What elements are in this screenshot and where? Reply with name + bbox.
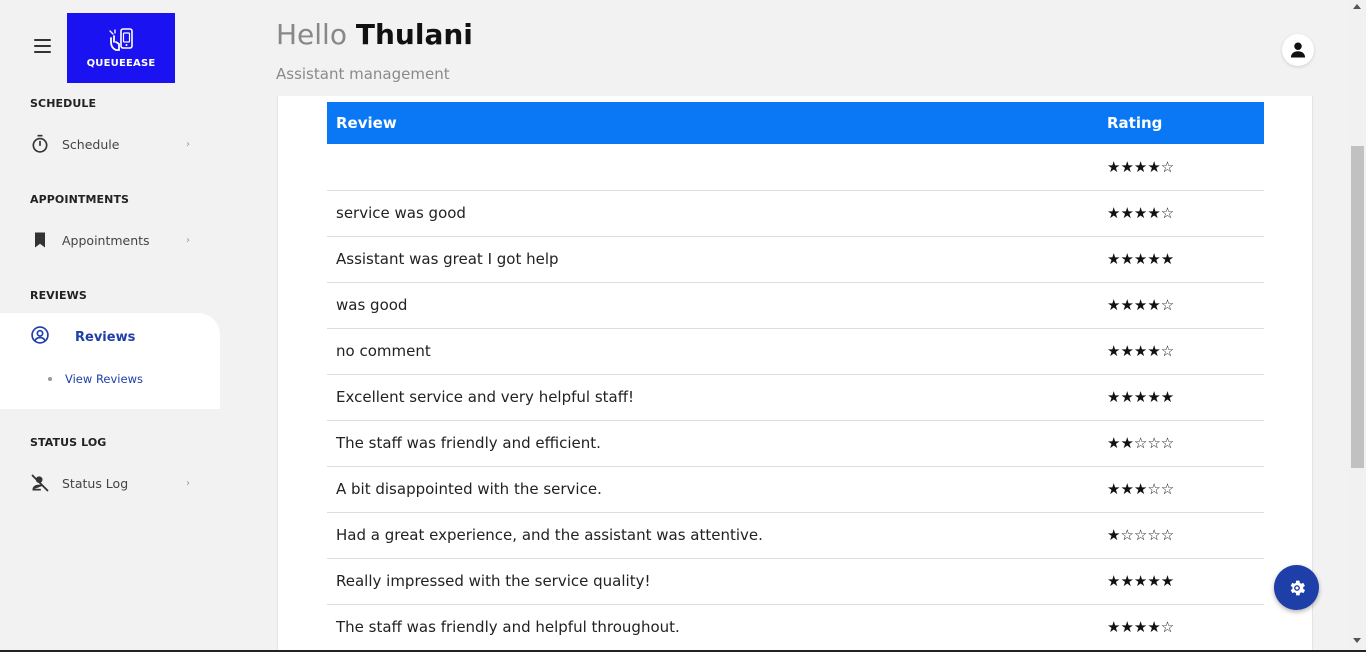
chevron-right-icon: › bbox=[186, 234, 190, 246]
user-off-icon bbox=[30, 473, 62, 493]
stopwatch-icon bbox=[30, 134, 62, 154]
bookmark-icon bbox=[30, 230, 62, 250]
rating-stars: ★★★★☆ bbox=[1098, 604, 1264, 651]
chevron-right-icon: › bbox=[186, 138, 190, 150]
sidebar-item-label: Status Log bbox=[62, 475, 129, 491]
column-header-review[interactable]: Review bbox=[327, 102, 1098, 144]
greeting-hello: Hello bbox=[276, 18, 347, 51]
sidebar-item-label: Schedule bbox=[62, 136, 120, 152]
rating-stars: ★★☆☆☆ bbox=[1098, 420, 1264, 467]
page-greeting: Hello Thulani bbox=[276, 18, 473, 51]
bullet-dot bbox=[48, 377, 52, 381]
logo-text: QUEUEEASE bbox=[86, 57, 156, 69]
review-text: Really impressed with the service qualit… bbox=[327, 558, 1098, 605]
review-text: service was good bbox=[327, 190, 1098, 237]
section-title-appointments: APPOINTMENTS bbox=[30, 193, 130, 206]
rating-stars: ★★★★☆ bbox=[1098, 144, 1264, 191]
sidebar-subitem-label: View Reviews bbox=[65, 372, 143, 386]
rating-stars: ★★★★★ bbox=[1098, 558, 1264, 605]
review-text: A bit disappointed with the service. bbox=[327, 466, 1098, 513]
scrollbar-thumb[interactable] bbox=[1351, 146, 1364, 468]
section-title-reviews: REVIEWS bbox=[30, 289, 87, 302]
table-row: Really impressed with the service qualit… bbox=[327, 558, 1264, 605]
table-header-row: Review Rating bbox=[327, 102, 1264, 144]
sidebar-subitem-view-reviews[interactable]: View Reviews bbox=[48, 372, 143, 386]
section-title-schedule: SCHEDULE bbox=[30, 97, 97, 110]
phone-queue-icon bbox=[109, 27, 133, 51]
rating-stars: ★★★☆☆ bbox=[1098, 466, 1264, 513]
table-row: The staff was friendly and helpful throu… bbox=[327, 604, 1264, 651]
review-text: no comment bbox=[327, 328, 1098, 375]
review-text: Had a great experience, and the assistan… bbox=[327, 512, 1098, 559]
hamburger-icon[interactable] bbox=[34, 39, 51, 53]
profile-avatar-button[interactable] bbox=[1282, 34, 1314, 66]
page-subtitle: Assistant management bbox=[276, 65, 450, 83]
table-row: The staff was friendly and efficient. ★★☆… bbox=[327, 420, 1264, 467]
review-text: The staff was friendly and helpful throu… bbox=[327, 604, 1098, 651]
sidebar-item-status-log[interactable]: Status Log › bbox=[30, 468, 190, 498]
user-circle-icon bbox=[30, 325, 50, 349]
rating-stars: ★★★★☆ bbox=[1098, 190, 1264, 237]
table-row: no comment ★★★★☆ bbox=[327, 328, 1264, 375]
user-icon bbox=[1290, 42, 1306, 58]
rating-stars: ★☆☆☆☆ bbox=[1098, 512, 1264, 559]
section-title-status-log: STATUS LOG bbox=[30, 436, 107, 449]
rating-stars: ★★★★☆ bbox=[1098, 282, 1264, 329]
gear-icon bbox=[1290, 580, 1305, 595]
review-text: Excellent service and very helpful staff… bbox=[327, 374, 1098, 421]
review-text bbox=[327, 144, 1098, 191]
reviews-table: Review Rating ★★★★☆ service was good ★★★★… bbox=[327, 102, 1264, 651]
rating-stars: ★★★★☆ bbox=[1098, 328, 1264, 375]
scroll-up-icon[interactable] bbox=[1353, 4, 1361, 9]
sidebar-item-appointments[interactable]: Appointments › bbox=[30, 225, 190, 255]
sidebar-item-label: Appointments bbox=[62, 232, 150, 248]
table-row: A bit disappointed with the service. ★★★☆… bbox=[327, 466, 1264, 513]
review-text: The staff was friendly and efficient. bbox=[327, 420, 1098, 467]
greeting-username: Thulani bbox=[355, 18, 473, 51]
app-logo[interactable]: QUEUEEASE bbox=[67, 13, 175, 83]
chevron-right-icon: › bbox=[186, 477, 190, 489]
settings-fab-button[interactable] bbox=[1274, 565, 1319, 610]
table-row: Excellent service and very helpful staff… bbox=[327, 374, 1264, 421]
table-row: service was good ★★★★☆ bbox=[327, 190, 1264, 237]
sidebar-item-schedule[interactable]: Schedule › bbox=[30, 129, 190, 159]
rating-stars: ★★★★★ bbox=[1098, 374, 1264, 421]
table-row: was good ★★★★☆ bbox=[327, 282, 1264, 329]
table-row: Had a great experience, and the assistan… bbox=[327, 512, 1264, 559]
page-scrollbar[interactable] bbox=[1349, 0, 1366, 652]
scroll-down-icon[interactable] bbox=[1353, 638, 1361, 643]
review-text: was good bbox=[327, 282, 1098, 329]
reviews-card: Review Rating ★★★★☆ service was good ★★★★… bbox=[277, 96, 1313, 652]
review-text: Assistant was great I got help bbox=[327, 236, 1098, 283]
table-row: ★★★★☆ bbox=[327, 144, 1264, 191]
rating-stars: ★★★★★ bbox=[1098, 236, 1264, 283]
sidebar: QUEUEEASE SCHEDULE Schedule › APPOINTMEN… bbox=[0, 0, 222, 652]
sidebar-item-label: Reviews bbox=[75, 329, 136, 345]
sidebar-item-reviews[interactable]: Reviews bbox=[30, 322, 135, 352]
table-row: Assistant was great I got help ★★★★★ bbox=[327, 236, 1264, 283]
column-header-rating[interactable]: Rating bbox=[1098, 102, 1264, 144]
